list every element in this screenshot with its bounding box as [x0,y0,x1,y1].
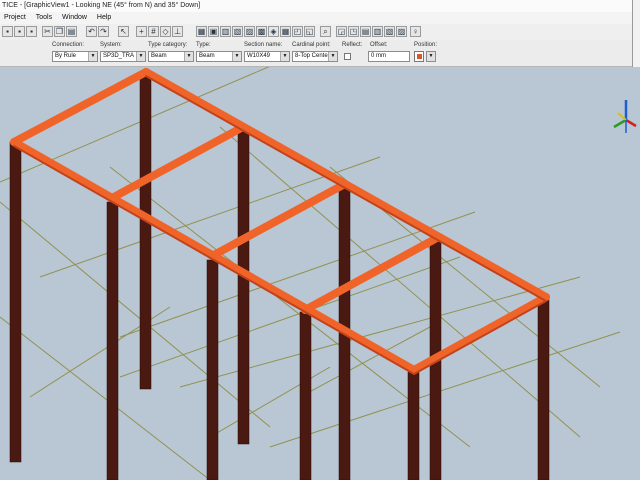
column[interactable] [206,259,219,480]
menu-help[interactable]: Help [93,12,115,24]
chevron-down-icon: ▼ [136,52,145,61]
beam[interactable] [108,123,247,202]
position-dropdown[interactable]: ▼ [426,51,436,62]
beams [10,68,550,374]
snap-icon[interactable]: ◇ [160,26,171,37]
redo-icon[interactable]: ↷ [98,26,109,37]
section-name-dropdown[interactable]: W10X49 ▼ [244,51,290,62]
column[interactable] [237,131,250,445]
axis-triad-icon [613,100,637,133]
properties-icon[interactable]: ▦ [196,26,207,37]
type-dropdown[interactable]: Beam ▼ [196,51,242,62]
system-dropdown[interactable]: SP3D_TRA ▼ [100,51,146,62]
place-icon[interactable]: + [136,26,147,37]
fit-icon[interactable]: ▦ [280,26,291,37]
offset-label: Offset: [370,42,388,48]
grid-line [0,201,271,428]
column[interactable] [139,76,152,390]
view-icon[interactable]: ◰ [292,26,303,37]
chevron-down-icon: ▼ [184,52,193,61]
chevron-down-icon: ▼ [232,52,241,61]
menu-tools[interactable]: Tools [32,12,56,24]
copy-icon[interactable]: ❐ [54,26,65,37]
save-icon[interactable]: ▪ [14,26,25,37]
settings-icon[interactable]: ▥ [220,26,231,37]
menu-bar: Project Tools Window Help [0,12,640,24]
select-icon[interactable]: ↖ [118,26,129,37]
help-bulb-icon[interactable]: ♀ [410,26,421,37]
grid-line [0,316,211,480]
menu-window[interactable]: Window [58,12,91,24]
cardinal-point-dropdown[interactable]: 8-Top Cente ▼ [292,51,338,62]
pan-icon[interactable]: ▩ [256,26,267,37]
search-icon[interactable]: ⌕ [320,26,331,37]
beam[interactable] [10,68,150,146]
measure-icon[interactable]: ⊥ [172,26,183,37]
reflect-checkbox[interactable] [344,53,351,60]
chevron-down-icon: ▼ [427,52,435,61]
view-side-icon[interactable]: ▥ [372,26,383,37]
properties-ribbon: Connection: By Rule ▼ System: SP3D_TRA ▼ T… [0,40,640,67]
print-icon[interactable]: ▪ [26,26,37,37]
system-label: System: [100,42,122,48]
beam[interactable] [208,181,347,260]
position-selector[interactable] [414,51,424,62]
section-name-label: Section name: [244,42,283,48]
type-label: Type: [196,42,211,48]
columns [9,76,550,480]
chevron-down-icon: ▼ [88,52,97,61]
help-icon[interactable]: ▧ [232,26,243,37]
paste-icon[interactable]: ▤ [66,26,77,37]
rotate-icon[interactable]: ◈ [268,26,279,37]
column[interactable] [407,371,420,480]
offset-input[interactable]: 0 mm [368,51,410,62]
layers-icon[interactable]: ◱ [304,26,315,37]
grid-icon[interactable]: # [148,26,159,37]
filter-icon[interactable]: ▧ [384,26,395,37]
position-label: Position: [414,42,438,48]
view-iso-icon[interactable]: ◲ [336,26,347,37]
toolbar: ▪ ▪ ▪ ✂ ❐ ▤ ↶ ↷ ↖ + # ◇ ⊥ ▦ ▣ ▥ ▧ ▨ ▩ ◈ … [0,24,640,41]
model-canvas[interactable] [0,67,640,480]
open-icon[interactable]: ▪ [2,26,13,37]
beam-edges [13,75,547,375]
zoom-icon[interactable]: ▨ [244,26,255,37]
reflect-label: Reflect: [342,42,363,48]
lock-icon[interactable]: ▨ [396,26,407,37]
window-title: TICE - [GraphicView1 - Looking NE (45° f… [2,2,201,9]
beam[interactable] [301,235,439,314]
type-category-dropdown[interactable]: Beam ▼ [148,51,194,62]
undo-icon[interactable]: ↶ [86,26,97,37]
connection-dropdown[interactable]: By Rule ▼ [52,51,98,62]
type-category-label: Type category: [148,42,188,48]
column[interactable] [106,201,119,480]
graphic-view[interactable] [0,67,640,480]
column[interactable] [9,141,22,463]
chevron-down-icon: ▼ [280,52,289,61]
connection-label: Connection: [52,42,85,48]
position-indicator-icon [417,54,422,59]
chevron-down-icon: ▼ [328,52,337,61]
menu-project[interactable]: Project [0,12,30,24]
grid-line [119,256,461,378]
view-top-icon[interactable]: ◳ [348,26,359,37]
cardinal-point-label: Cardinal point: [292,42,331,48]
column[interactable] [537,294,550,480]
view-front-icon[interactable]: ▤ [360,26,371,37]
refresh-icon[interactable]: ▣ [208,26,219,37]
cut-icon[interactable]: ✂ [42,26,53,37]
column[interactable] [299,311,312,480]
